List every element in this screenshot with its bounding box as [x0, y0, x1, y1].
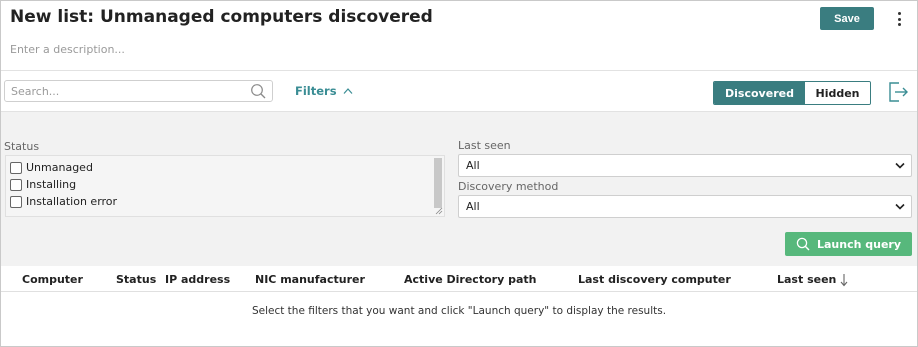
header-divider — [1, 70, 917, 71]
chevron-down-icon — [895, 203, 905, 210]
status-option-installation-error[interactable]: Installation error — [10, 195, 117, 208]
checkbox[interactable] — [10, 161, 22, 174]
filter-panel: Status Unmanaged Installing Installation… — [1, 111, 917, 266]
app-window: New list: Unmanaged computers discovered… — [0, 0, 918, 347]
checkbox[interactable] — [10, 178, 22, 191]
column-last-seen[interactable]: Last seen — [777, 273, 836, 286]
discovery-method-select[interactable]: All — [458, 195, 912, 218]
table-header: Computer Status IP address NIC manufactu… — [1, 267, 917, 292]
search-input[interactable] — [5, 81, 245, 101]
filters-toggle[interactable]: Filters — [295, 84, 353, 98]
status-listbox: Unmanaged Installing Installation error — [5, 155, 445, 217]
search-icon[interactable] — [250, 83, 266, 99]
launch-query-label: Launch query — [816, 237, 902, 251]
column-nic-manufacturer[interactable]: NIC manufacturer — [255, 273, 365, 286]
tab-discovered[interactable]: Discovered — [714, 82, 805, 104]
checkbox[interactable] — [10, 195, 22, 208]
more-options-icon[interactable] — [891, 10, 907, 28]
empty-state-message: Select the filters that you want and cli… — [251, 305, 667, 317]
column-status[interactable]: Status — [116, 273, 156, 286]
filters-label: Filters — [295, 84, 337, 98]
description-field[interactable]: Enter a description... — [10, 43, 125, 56]
status-option-installing[interactable]: Installing — [10, 178, 76, 191]
status-label: Status — [4, 140, 40, 153]
resize-grip-icon[interactable] — [435, 207, 443, 215]
save-button[interactable]: Save — [820, 7, 874, 30]
search-box — [4, 80, 273, 102]
discovery-method-label: Discovery method — [458, 180, 559, 193]
launch-query-button[interactable]: Launch query — [785, 232, 912, 256]
discovery-method-value: All — [466, 200, 480, 213]
export-icon[interactable] — [887, 81, 909, 103]
last-seen-label: Last seen — [458, 139, 511, 152]
status-option-unmanaged[interactable]: Unmanaged — [10, 161, 93, 174]
view-toggle: Discovered Hidden — [713, 81, 871, 105]
column-ad-path[interactable]: Active Directory path — [404, 273, 536, 286]
last-seen-value: All — [466, 159, 480, 172]
column-ip-address[interactable]: IP address — [165, 273, 230, 286]
search-icon — [796, 237, 810, 251]
column-last-discovery-computer[interactable]: Last discovery computer — [578, 273, 731, 286]
chevron-up-icon — [343, 88, 353, 94]
last-seen-select[interactable]: All — [458, 154, 912, 177]
page-title: New list: Unmanaged computers discovered — [10, 7, 433, 27]
listbox-scrollbar[interactable] — [434, 158, 442, 208]
tab-hidden[interactable]: Hidden — [805, 82, 870, 104]
chevron-down-icon — [895, 162, 905, 169]
column-computer[interactable]: Computer — [22, 273, 83, 286]
sort-down-arrow-icon[interactable] — [839, 273, 849, 287]
